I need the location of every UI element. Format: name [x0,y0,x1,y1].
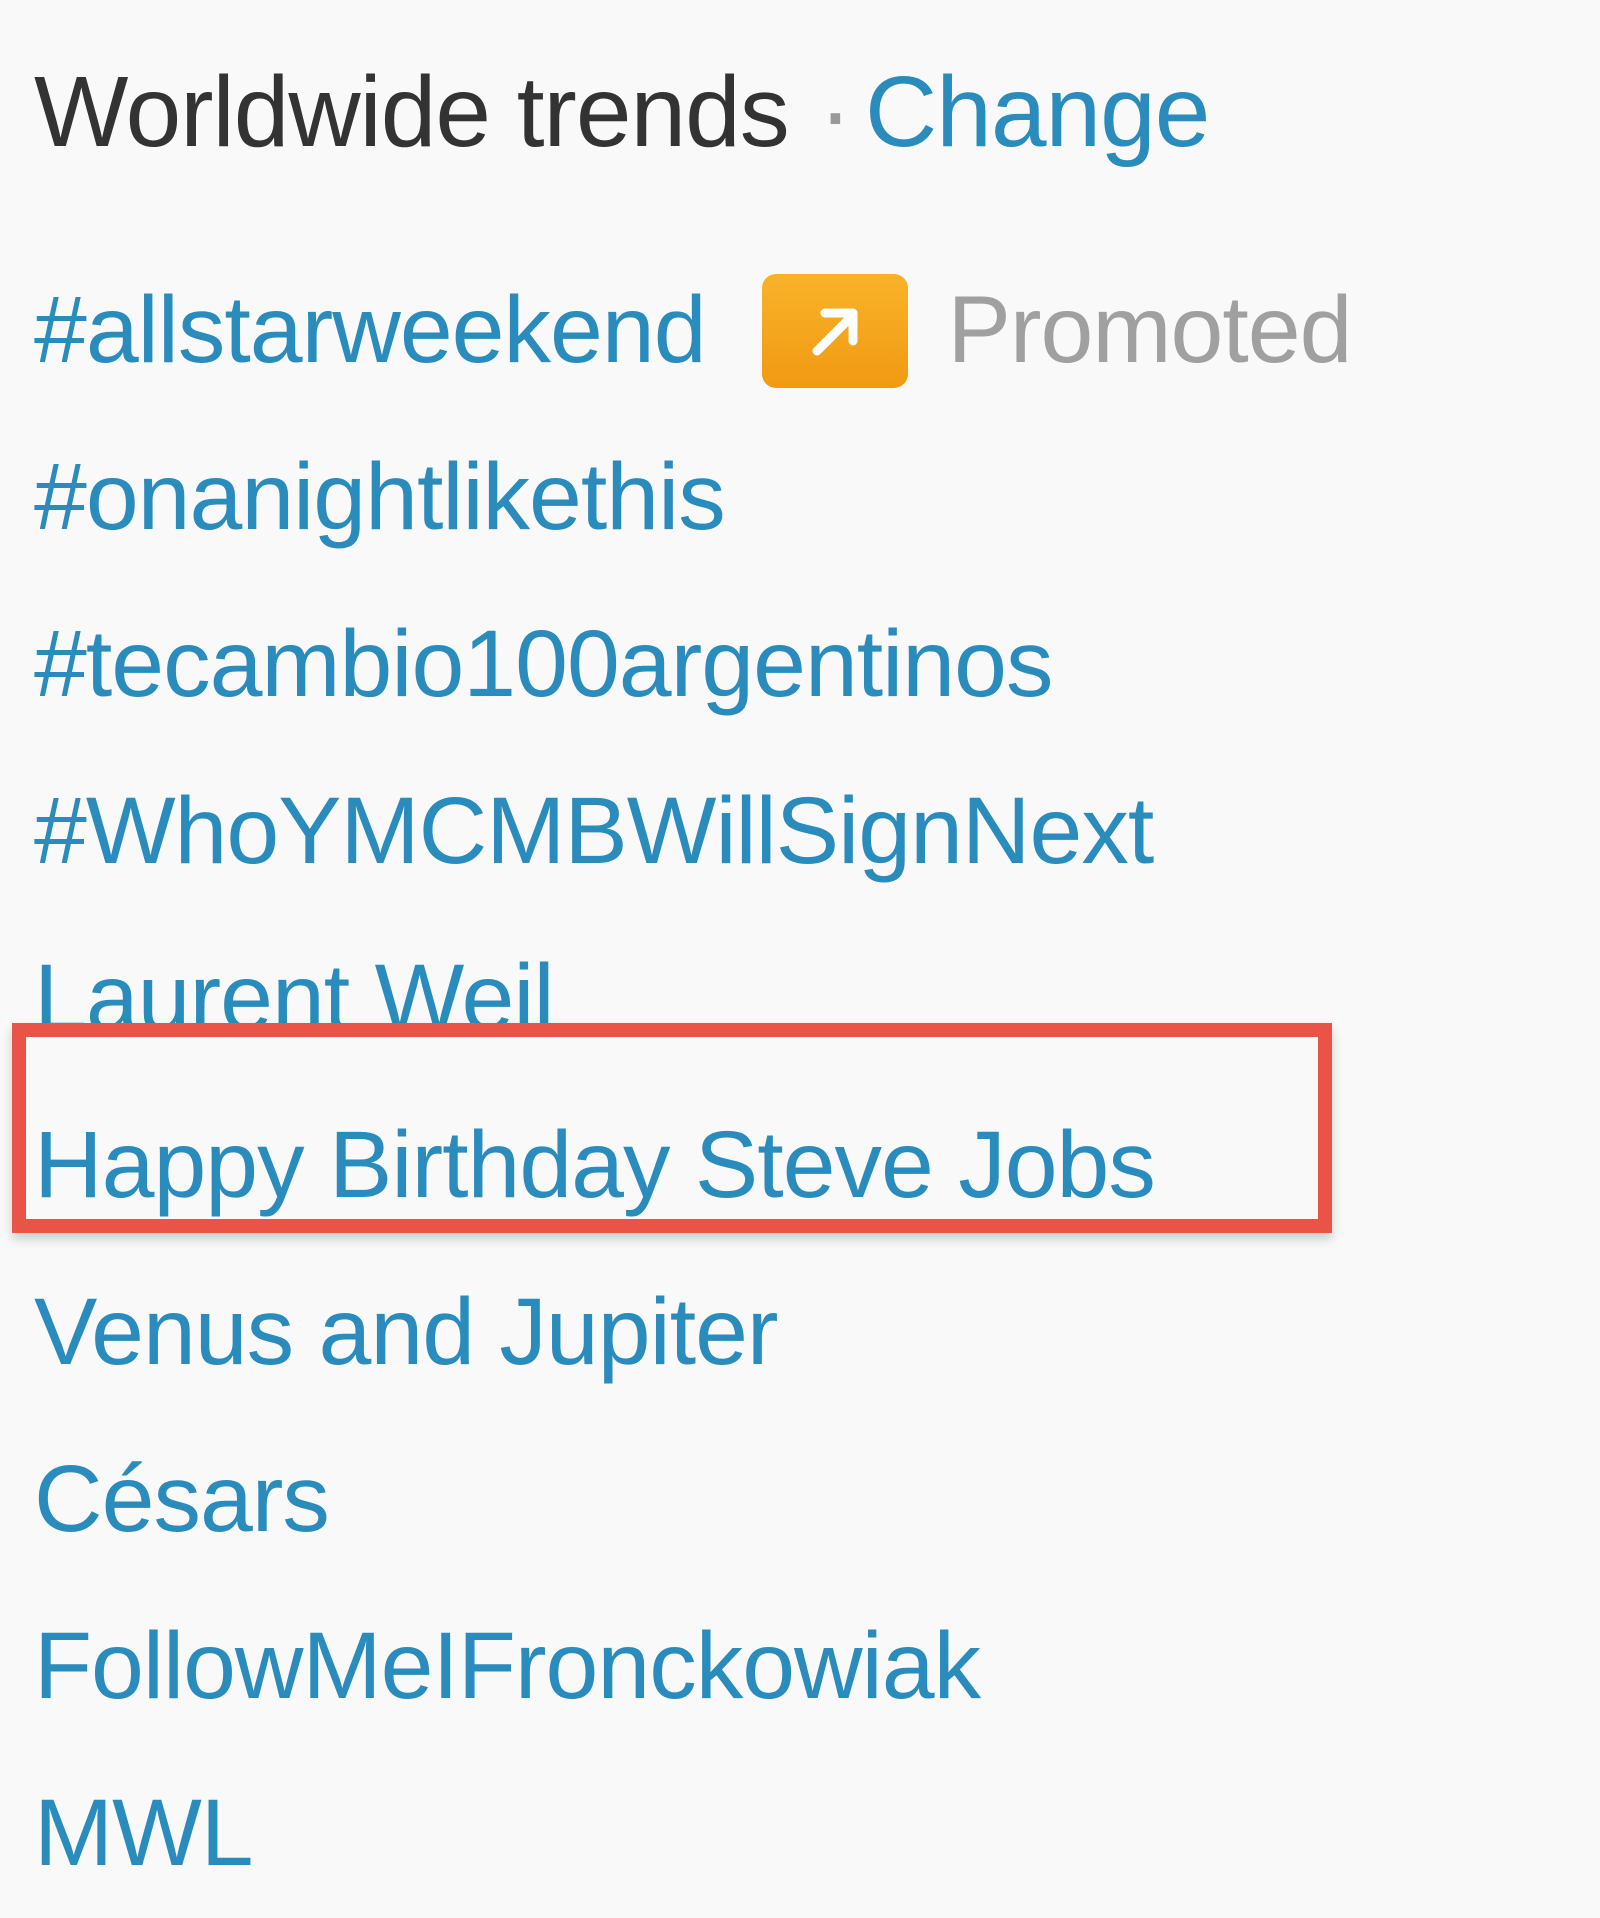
trends-module: Worldwide trends · Change #allstarweeken… [0,0,1600,1918]
trends-title: Worldwide trends [34,55,790,168]
trend-item: FollowMeIFronckowiak [34,1583,1351,1750]
trend-item: #onanightlikethis [34,414,1351,581]
trend-item: #tecambio100argentinos [34,581,1351,748]
promoted-label: Promoted [947,277,1353,383]
trend-item: #WhoYMCMBWillSignNext [34,748,1351,915]
trend-link[interactable]: #onanightlikethis [34,443,726,552]
trend-link[interactable]: Venus and Jupiter [34,1278,779,1387]
trend-item: Venus and Jupiter [34,1249,1351,1416]
trend-item: Césars [34,1416,1351,1583]
trend-link[interactable]: FollowMeIFronckowiak [34,1612,981,1721]
trend-link[interactable]: MWL [34,1779,254,1888]
trend-link[interactable]: Césars [34,1445,330,1554]
header-separator: · [818,55,852,168]
trend-link[interactable]: Laurent Weil [34,944,555,1053]
trend-link[interactable]: #allstarweekend [34,276,707,385]
trend-link[interactable]: Happy Birthday Steve Jobs [34,1111,1156,1220]
trend-link[interactable]: #tecambio100argentinos [34,610,1053,719]
trend-link[interactable]: #WhoYMCMBWillSignNext [34,777,1154,886]
trend-item-promoted: #allstarweekend Promoted [34,247,1353,414]
trends-list: #allstarweekend Promoted #onanightliketh… [34,247,1353,1917]
trends-header: Worldwide trends · Change [34,52,1210,172]
change-trends-link[interactable]: Change [865,55,1210,170]
arrow-up-right-icon [761,273,908,388]
arrow-up-right-glyph [812,308,858,355]
trend-item: Laurent Weil [34,915,1351,1082]
trend-item: MWL [34,1750,1351,1917]
trend-item-highlighted: Happy Birthday Steve Jobs [34,1082,1351,1249]
